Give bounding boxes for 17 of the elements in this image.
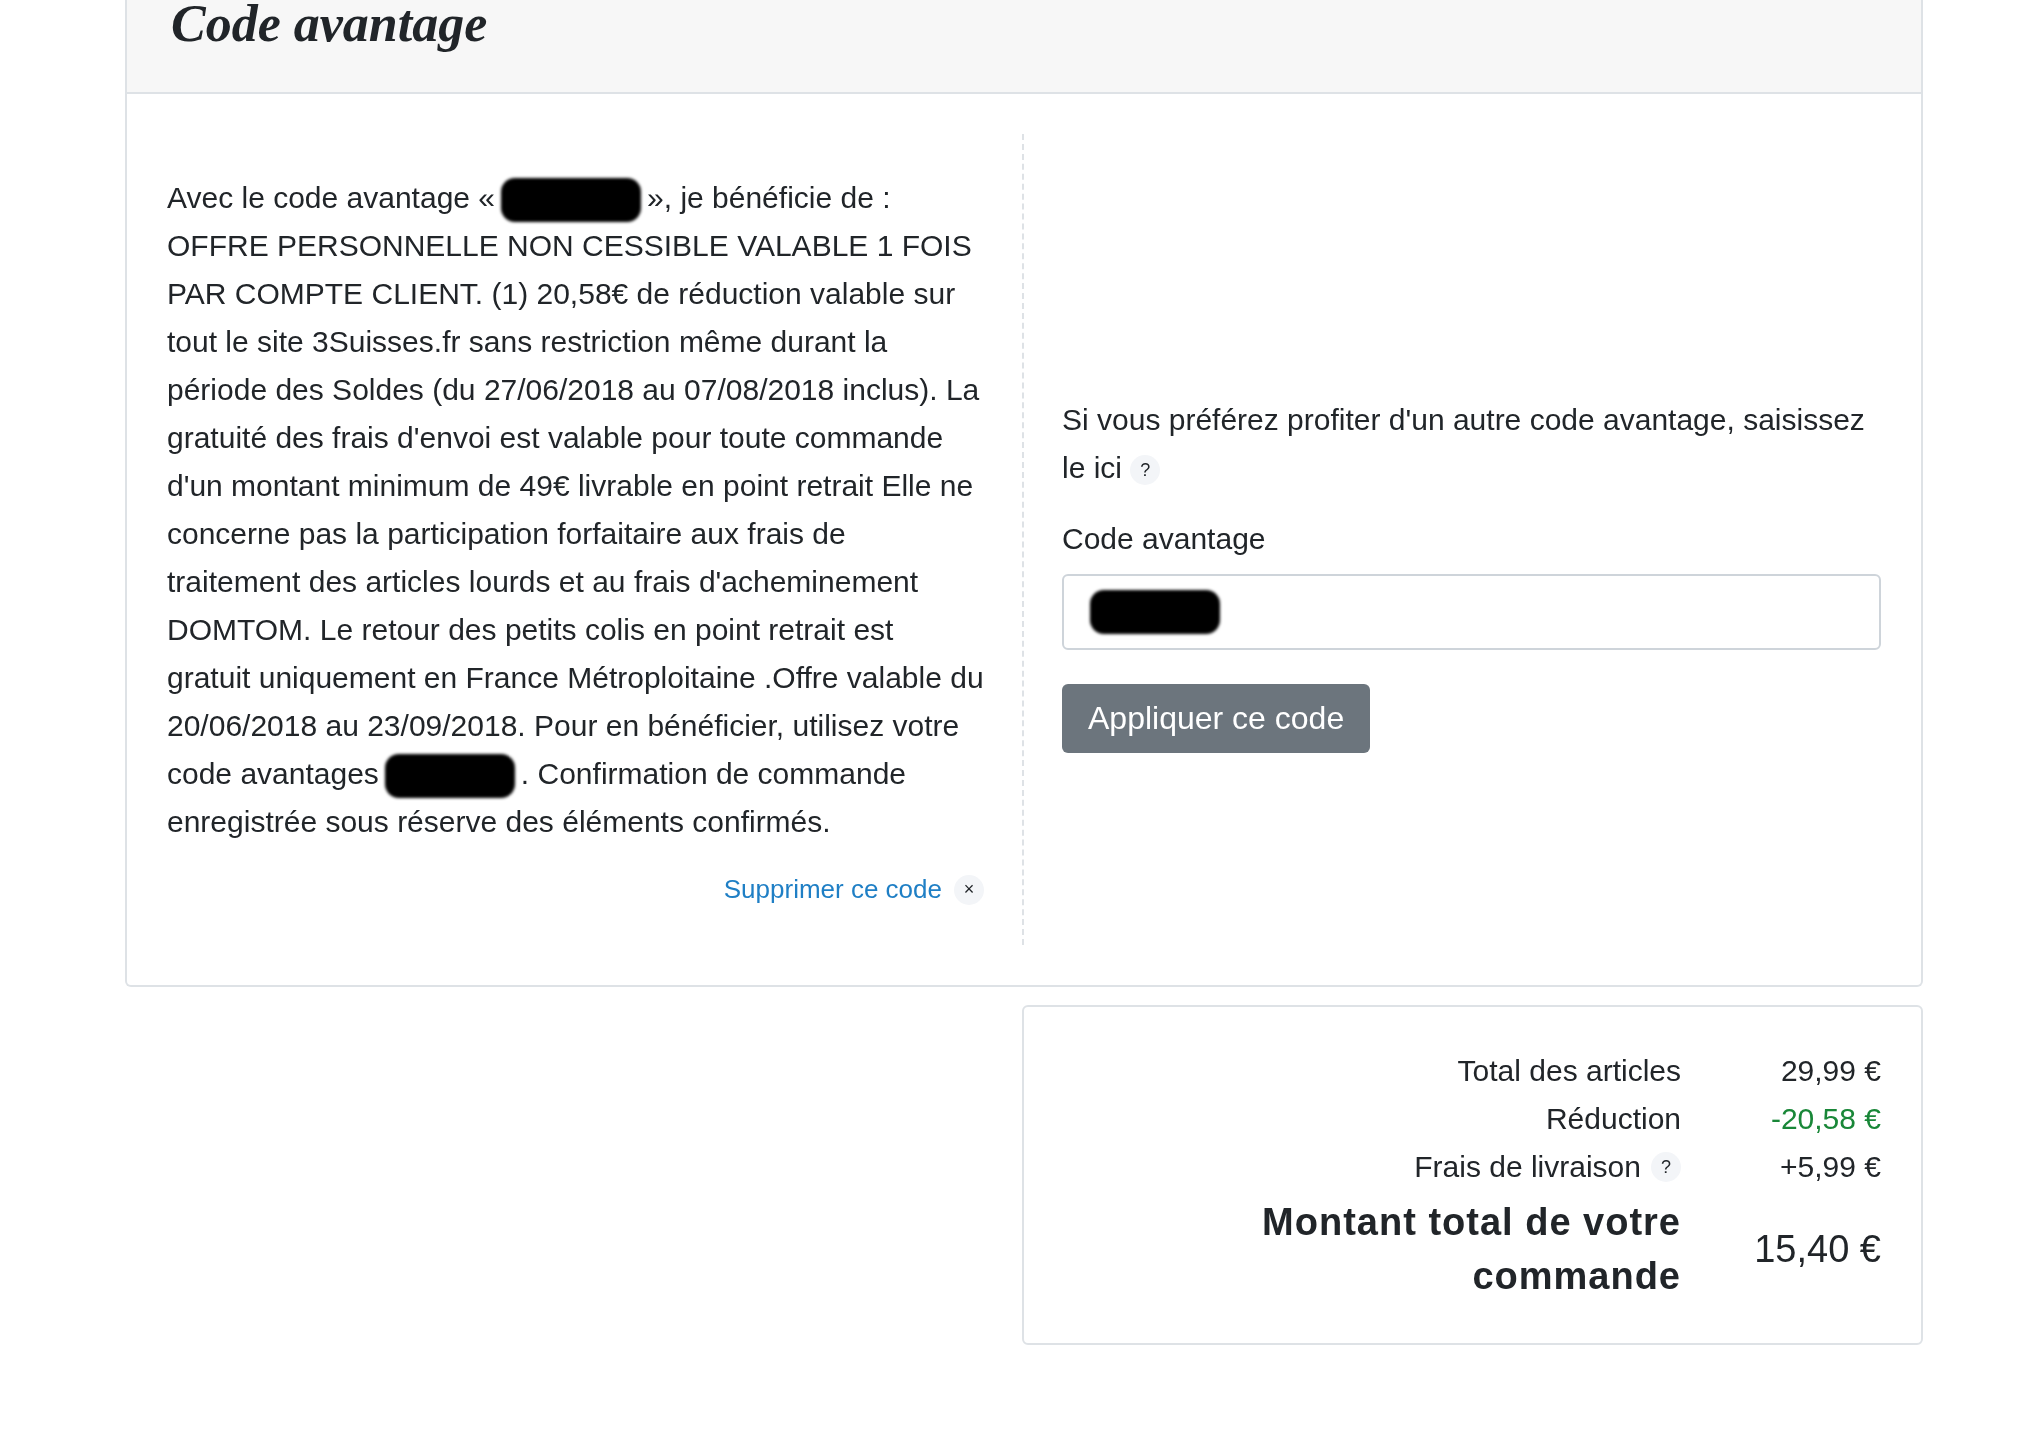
field-label: Code avantage (1062, 522, 1267, 556)
other-code-prompt: Si vous préférez profiter d'un autre code avantage, saisissez le ici ? (1062, 402, 1866, 488)
summary-value: -20,58 € (1770, 1102, 1881, 1137)
summary-value: 15,40 € (1754, 1227, 1881, 1271)
remove-code-link[interactable]: Supprimer ce code (723, 874, 942, 906)
help-button[interactable]: ? (1651, 1152, 1681, 1183)
offer-description: Avec le code avantage « », je bénéficie de : OFFRE PERSONNELLE NON CESSIBLE VALABLE 1 FOIS PAR COMPTE CLIENT. (1) 20,58€ de réduction valable sur tout le site 3Suisses.fr sans restriction même durant la période des Soldes (du 27/06/2018 au 07/08/2018 inclus). La gratuité des frais d'envoi est valable pour toute commande d'un montant minimum de 49€ livrable en point retrait Elle ne concerne pas la participation forfaitaire aux frais de traitement des articles lourds et au frais d'acheminement DOMTOM. Le retour des petits colis en point retrait est gratuit uniquement en France Métroploitaine .Offre valable du 20/06/2018 au 23/09/2018. Pour en bénéficier, utilisez votre code avantages . Confirmation de commande enregistrée sous réserve des éléments confirmés. (167, 174, 984, 847)
summary-value: +5,99 € (1780, 1150, 1881, 1185)
summary-label: Montant total de votre commande (1261, 1200, 1681, 1300)
summary-label: Frais de livraison (1414, 1149, 1641, 1186)
section-title: Code avantage (171, 0, 488, 50)
summary-label: Réduction (1545, 1101, 1681, 1138)
summary-label: Total des articles (1457, 1053, 1681, 1090)
summary-value: 29,99 € (1780, 1054, 1881, 1089)
apply-code-button[interactable]: Appliquer ce code (1062, 684, 1371, 753)
remove-button[interactable]: × (954, 874, 984, 905)
help-button[interactable]: ? (1130, 455, 1161, 486)
